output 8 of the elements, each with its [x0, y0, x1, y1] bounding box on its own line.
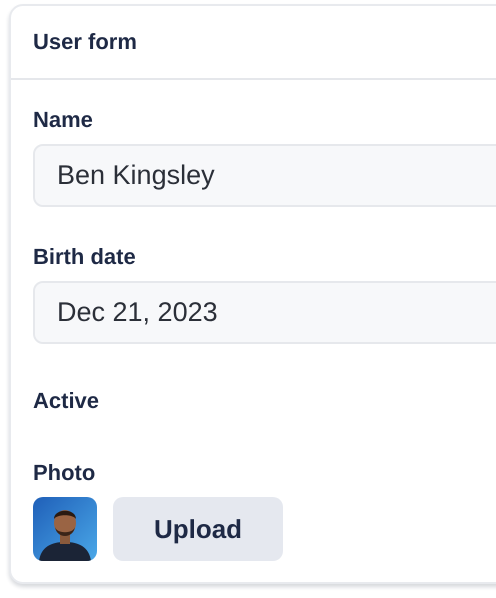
field-label: Name — [33, 106, 94, 134]
input-field[interactable]: Dec 21, 2023 — [33, 281, 496, 344]
field-label: Birth date — [33, 243, 137, 271]
input-field[interactable]: Ben Kingsley — [33, 144, 496, 207]
field-label: Photo — [33, 459, 96, 487]
form-title: User form — [33, 29, 137, 55]
field-label: Active — [33, 387, 100, 415]
upload-button[interactable]: Upload — [113, 497, 283, 561]
